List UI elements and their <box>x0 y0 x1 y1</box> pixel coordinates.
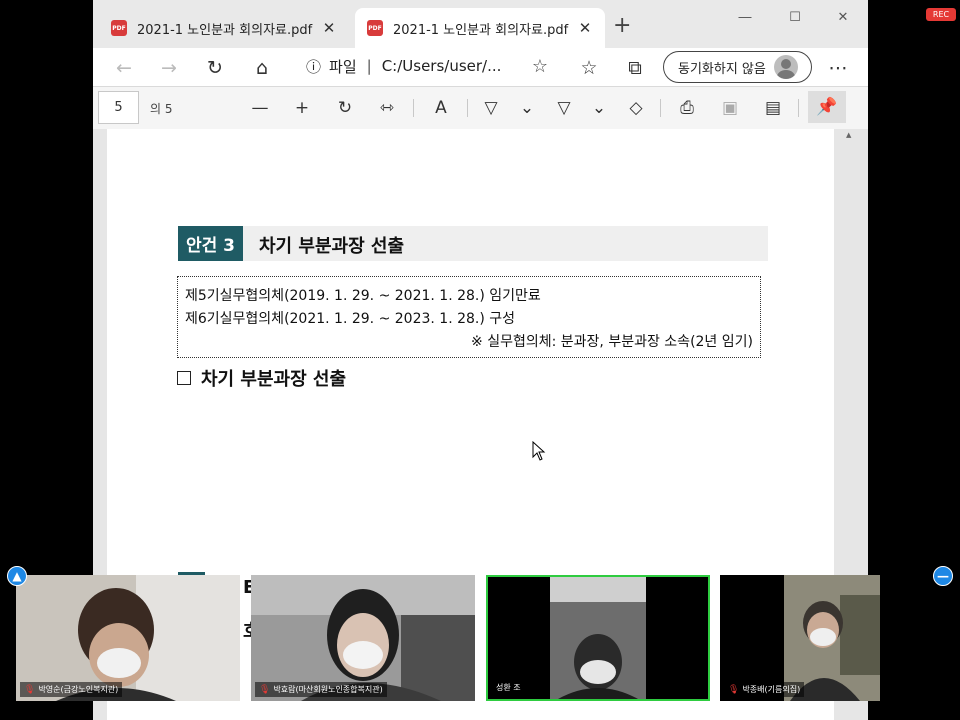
draw-icon[interactable]: ▽ <box>476 93 506 123</box>
participant-tile[interactable]: 🎙 박종배(기름의집) <box>720 575 944 701</box>
favorite-star-icon[interactable]: ☆ <box>532 56 548 77</box>
participant-name: 박종배(기름의집) <box>742 685 801 694</box>
recording-badge: REC <box>926 8 956 21</box>
pin-icon[interactable]: 📌 <box>808 91 846 123</box>
participant-name: 박영순(금강노인복지관) <box>38 685 119 694</box>
more-icon[interactable]: ⋯ <box>823 53 853 83</box>
pdf-icon: PDF <box>111 20 127 36</box>
mic-muted-icon: 🎙 <box>24 684 36 695</box>
zoom-out-icon[interactable]: — <box>245 93 275 123</box>
favorites-icon[interactable]: ☆ <box>574 53 604 83</box>
participant-name-bar: 🎙 박효람(마산회원노인종합복지관) <box>255 682 387 697</box>
address-bar[interactable]: ⓘ 파일 | C:/Users/user/... ☆ <box>294 51 558 81</box>
gallery-view-icon[interactable]: ▲ <box>7 566 27 586</box>
toolbar-divider <box>798 99 799 117</box>
participant-name: 성환 조 <box>496 683 521 692</box>
toolbar-divider <box>467 99 468 117</box>
close-icon[interactable]: ✕ <box>575 19 595 37</box>
maximize-button[interactable]: ☐ <box>773 6 817 28</box>
page-count: 의 5 <box>150 102 173 116</box>
eraser-icon[interactable]: ◇ <box>621 93 651 123</box>
section-title: 차기 부분과장 선출 <box>201 369 347 390</box>
sync-button[interactable]: 동기화하지 않음 <box>663 51 812 83</box>
info-icon[interactable]: ⓘ <box>306 56 321 77</box>
tab-active[interactable]: PDF 2021-1 노인분과 회의자료.pdf ✕ <box>355 8 605 48</box>
checkbox-icon <box>177 371 191 385</box>
fit-width-icon[interactable]: ⇿ <box>372 93 402 123</box>
tab-title: 2021-1 노인분과 회의자료.pdf <box>393 22 569 38</box>
page-number-input[interactable]: 5 <box>98 91 139 124</box>
agenda-badge: 안건 3 <box>178 226 243 261</box>
close-icon[interactable]: ✕ <box>319 19 339 37</box>
info-box: 제5기실무협의체(2019. 1. 29. ~ 2021. 1. 28.) 임기… <box>177 276 761 358</box>
participant-name: 박효람(마산회원노인종합복지관) <box>273 685 383 694</box>
participant-name-bar: 🎙 박영순(금강노인복지관) <box>20 682 123 697</box>
save-as-icon[interactable]: ▤ <box>758 93 788 123</box>
toolbar-divider <box>660 99 661 117</box>
section-heading: 차기 부분과장 선출 <box>177 365 346 391</box>
mouse-cursor-icon <box>532 441 546 461</box>
chevron-down-icon[interactable]: ⌄ <box>512 93 542 123</box>
participant-tile-speaking[interactable]: 성환 조 <box>486 575 710 701</box>
highlight-icon[interactable]: ▽ <box>549 93 579 123</box>
save-icon[interactable]: ▣ <box>715 93 745 123</box>
zoom-in-icon[interactable]: + <box>287 93 317 123</box>
sync-label: 동기화하지 않음 <box>678 61 766 77</box>
tab-strip: PDF 2021-1 노인분과 회의자료.pdf ✕ PDF 2021-1 노인… <box>93 0 868 48</box>
toolbar-divider <box>413 99 414 117</box>
forward-icon[interactable]: → <box>154 53 184 83</box>
rotate-icon[interactable]: ↻ <box>330 93 360 123</box>
home-icon[interactable]: ⌂ <box>247 53 277 83</box>
minimize-gallery-icon[interactable]: — <box>933 566 953 586</box>
new-tab-button[interactable]: + <box>613 13 631 38</box>
scheme-label: 파일 <box>329 57 357 76</box>
scroll-up-icon[interactable]: ▲ <box>846 131 851 139</box>
agenda-header: 안건 3 차기 부분과장 선출 <box>178 226 768 261</box>
mic-muted-icon: 🎙 <box>259 684 271 695</box>
chevron-down-icon[interactable]: ⌄ <box>584 93 614 123</box>
mic-muted-icon: 🎙 <box>728 684 740 695</box>
participant-name-bar: 🎙 박종배(기름의집) <box>724 682 805 697</box>
address-toolbar: ← → ↻ ⌂ ⓘ 파일 | C:/Users/user/... ☆ ☆ ⧉ 동… <box>93 48 868 86</box>
back-icon[interactable]: ← <box>109 53 139 83</box>
tab-inactive[interactable]: PDF 2021-1 노인분과 회의자료.pdf ✕ <box>99 8 349 48</box>
read-aloud-icon[interactable]: A <box>426 93 456 123</box>
print-icon[interactable]: ⎙ <box>672 93 702 123</box>
divider: | <box>366 57 372 75</box>
info-note: ※ 실무협의체: 분과장, 부분과장 소속(2년 임기) <box>471 334 753 350</box>
info-line: 제6기실무협의체(2021. 1. 29. ~ 2023. 1. 28.) 구성 <box>185 311 516 327</box>
agenda-title: 차기 부분과장 선출 <box>259 236 405 257</box>
avatar <box>773 55 798 79</box>
pdf-icon: PDF <box>367 20 383 36</box>
url-text: C:/Users/user/... <box>381 57 502 75</box>
participant-name-bar: 성환 조 <box>492 680 525 695</box>
window-close-button[interactable]: ✕ <box>821 6 865 28</box>
info-line: 제5기실무협의체(2019. 1. 29. ~ 2021. 1. 28.) 임기… <box>185 288 541 304</box>
pdf-toolbar: 5 의 5 — + ↻ ⇿ A ▽ ⌄ ▽ ⌄ ◇ ⎙ ▣ ▤ 📌 <box>93 86 868 130</box>
minimize-button[interactable]: ― <box>723 6 767 28</box>
collections-icon[interactable]: ⧉ <box>620 53 650 83</box>
refresh-icon[interactable]: ↻ <box>200 53 230 83</box>
participant-tile[interactable]: 🎙 박효람(마산회원노인종합복지관) <box>251 575 475 701</box>
participant-tile[interactable]: 🎙 박영순(금강노인복지관) <box>16 575 240 701</box>
tab-title: 2021-1 노인분과 회의자료.pdf <box>137 22 313 38</box>
